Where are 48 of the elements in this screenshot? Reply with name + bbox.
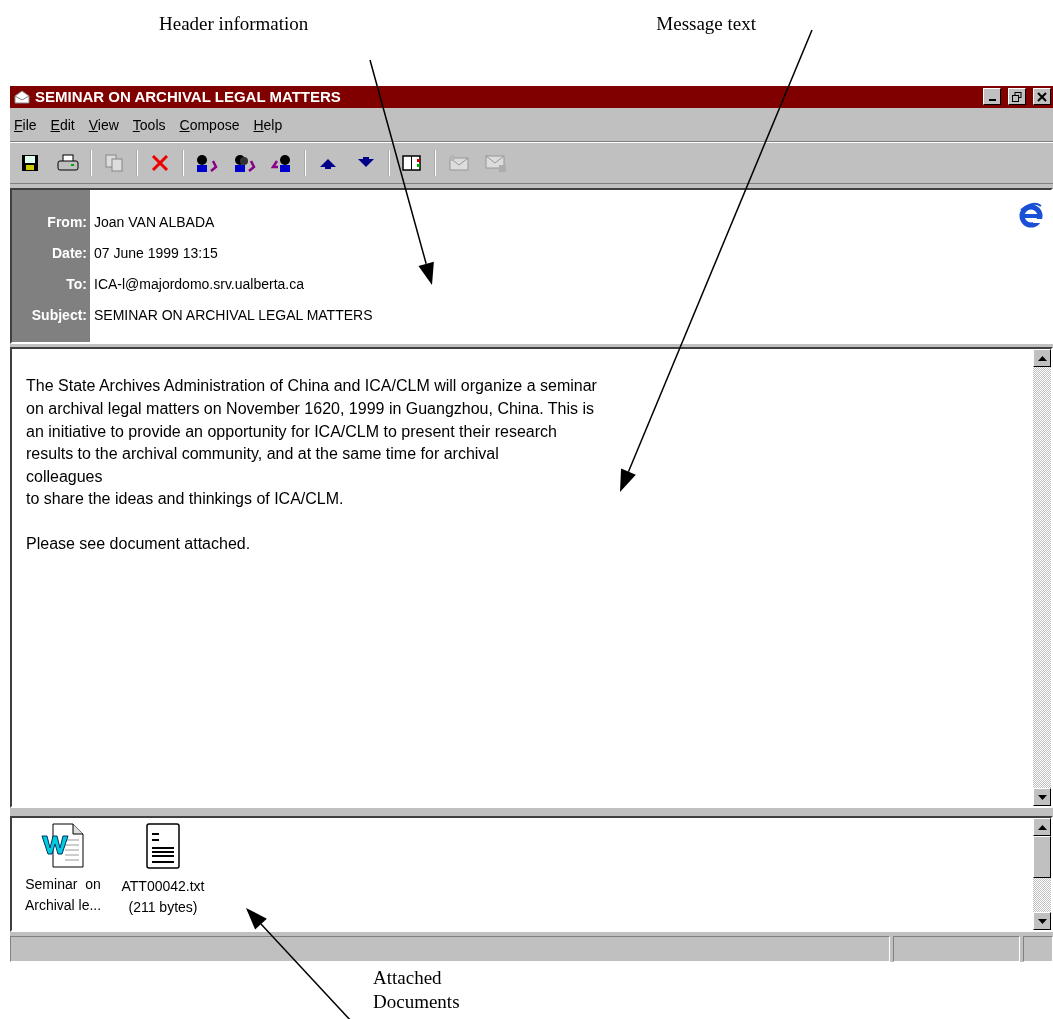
menu-item[interactable]: Compose [179, 116, 240, 133]
menu-item[interactable]: Tools [132, 116, 166, 133]
header-value: 07 June 1999 13:15 [94, 243, 219, 263]
window-title: SEMINAR ON ARCHIVAL LEGAL MATTERS [35, 88, 342, 106]
header-label: Subject: [30, 305, 88, 325]
menu-item[interactable]: Edit [50, 116, 75, 133]
attachment-label[interactable]: ATT00042.txt (211 bytes) [121, 876, 205, 919]
up-arrow-icon [1037, 824, 1047, 830]
message-paragraph: Please see document attached. [26, 533, 252, 554]
header-value: SEMINAR ON ARCHIVAL LEGAL MATTERS [94, 305, 373, 325]
callout-label: Message text [656, 12, 757, 36]
scrollbar[interactable] [1033, 818, 1051, 931]
header-value: ICA-l@majordomo.srv.ualberta.ca [94, 274, 306, 294]
locked-envelope-icon [485, 153, 507, 174]
callout-label: Header information [159, 12, 309, 36]
message-paragraph: The State Archives Administration of China and ICA/CLM will organize a seminar on archival legal matters on November 1620, 1999 in Guangzhou, China. This is an initiative to provide an opportunity for ICA/CLM to present their research results to the archival community, and at the same time for archival colleagues to share the ideas and thinkings of ICA/CLM. [26, 376, 598, 510]
header-label: From: [46, 212, 88, 232]
down-arrow-icon [1037, 794, 1047, 800]
printer-icon [57, 154, 79, 173]
minimize-button[interactable] [983, 88, 1001, 106]
reply-all-icon [232, 153, 256, 174]
signed-envelope-icon [447, 154, 469, 173]
restore-button[interactable] [1008, 88, 1026, 106]
address-book-icon [402, 154, 422, 173]
menu-item[interactable]: View [88, 116, 119, 133]
restore-icon [1012, 91, 1022, 102]
attachment-label[interactable]: Seminar on Archival le... [24, 874, 102, 917]
close-icon [1037, 91, 1047, 102]
up-arrow-icon [1037, 355, 1047, 361]
word-document-icon [41, 822, 85, 869]
header-label: To: [65, 274, 88, 294]
scrollbar[interactable] [1033, 349, 1051, 807]
text-file-icon [145, 822, 181, 871]
up-arrow-icon [320, 157, 336, 170]
header-label: Date: [51, 243, 88, 263]
minimize-icon [988, 98, 996, 101]
menu-item[interactable]: File [14, 116, 37, 133]
envelope-icon [14, 89, 30, 104]
down-arrow-icon [1037, 918, 1047, 924]
close-button[interactable] [1033, 88, 1051, 106]
copy-icon [105, 154, 123, 173]
reply-icon [194, 153, 218, 174]
delete-icon [151, 154, 169, 173]
menu-item[interactable]: Help [253, 116, 283, 133]
callout-label: Attached Documents [373, 966, 461, 1014]
header-value: Joan VAN ALBADA [94, 212, 216, 232]
down-arrow-icon [358, 157, 374, 170]
browser-logo-icon [1019, 202, 1043, 228]
